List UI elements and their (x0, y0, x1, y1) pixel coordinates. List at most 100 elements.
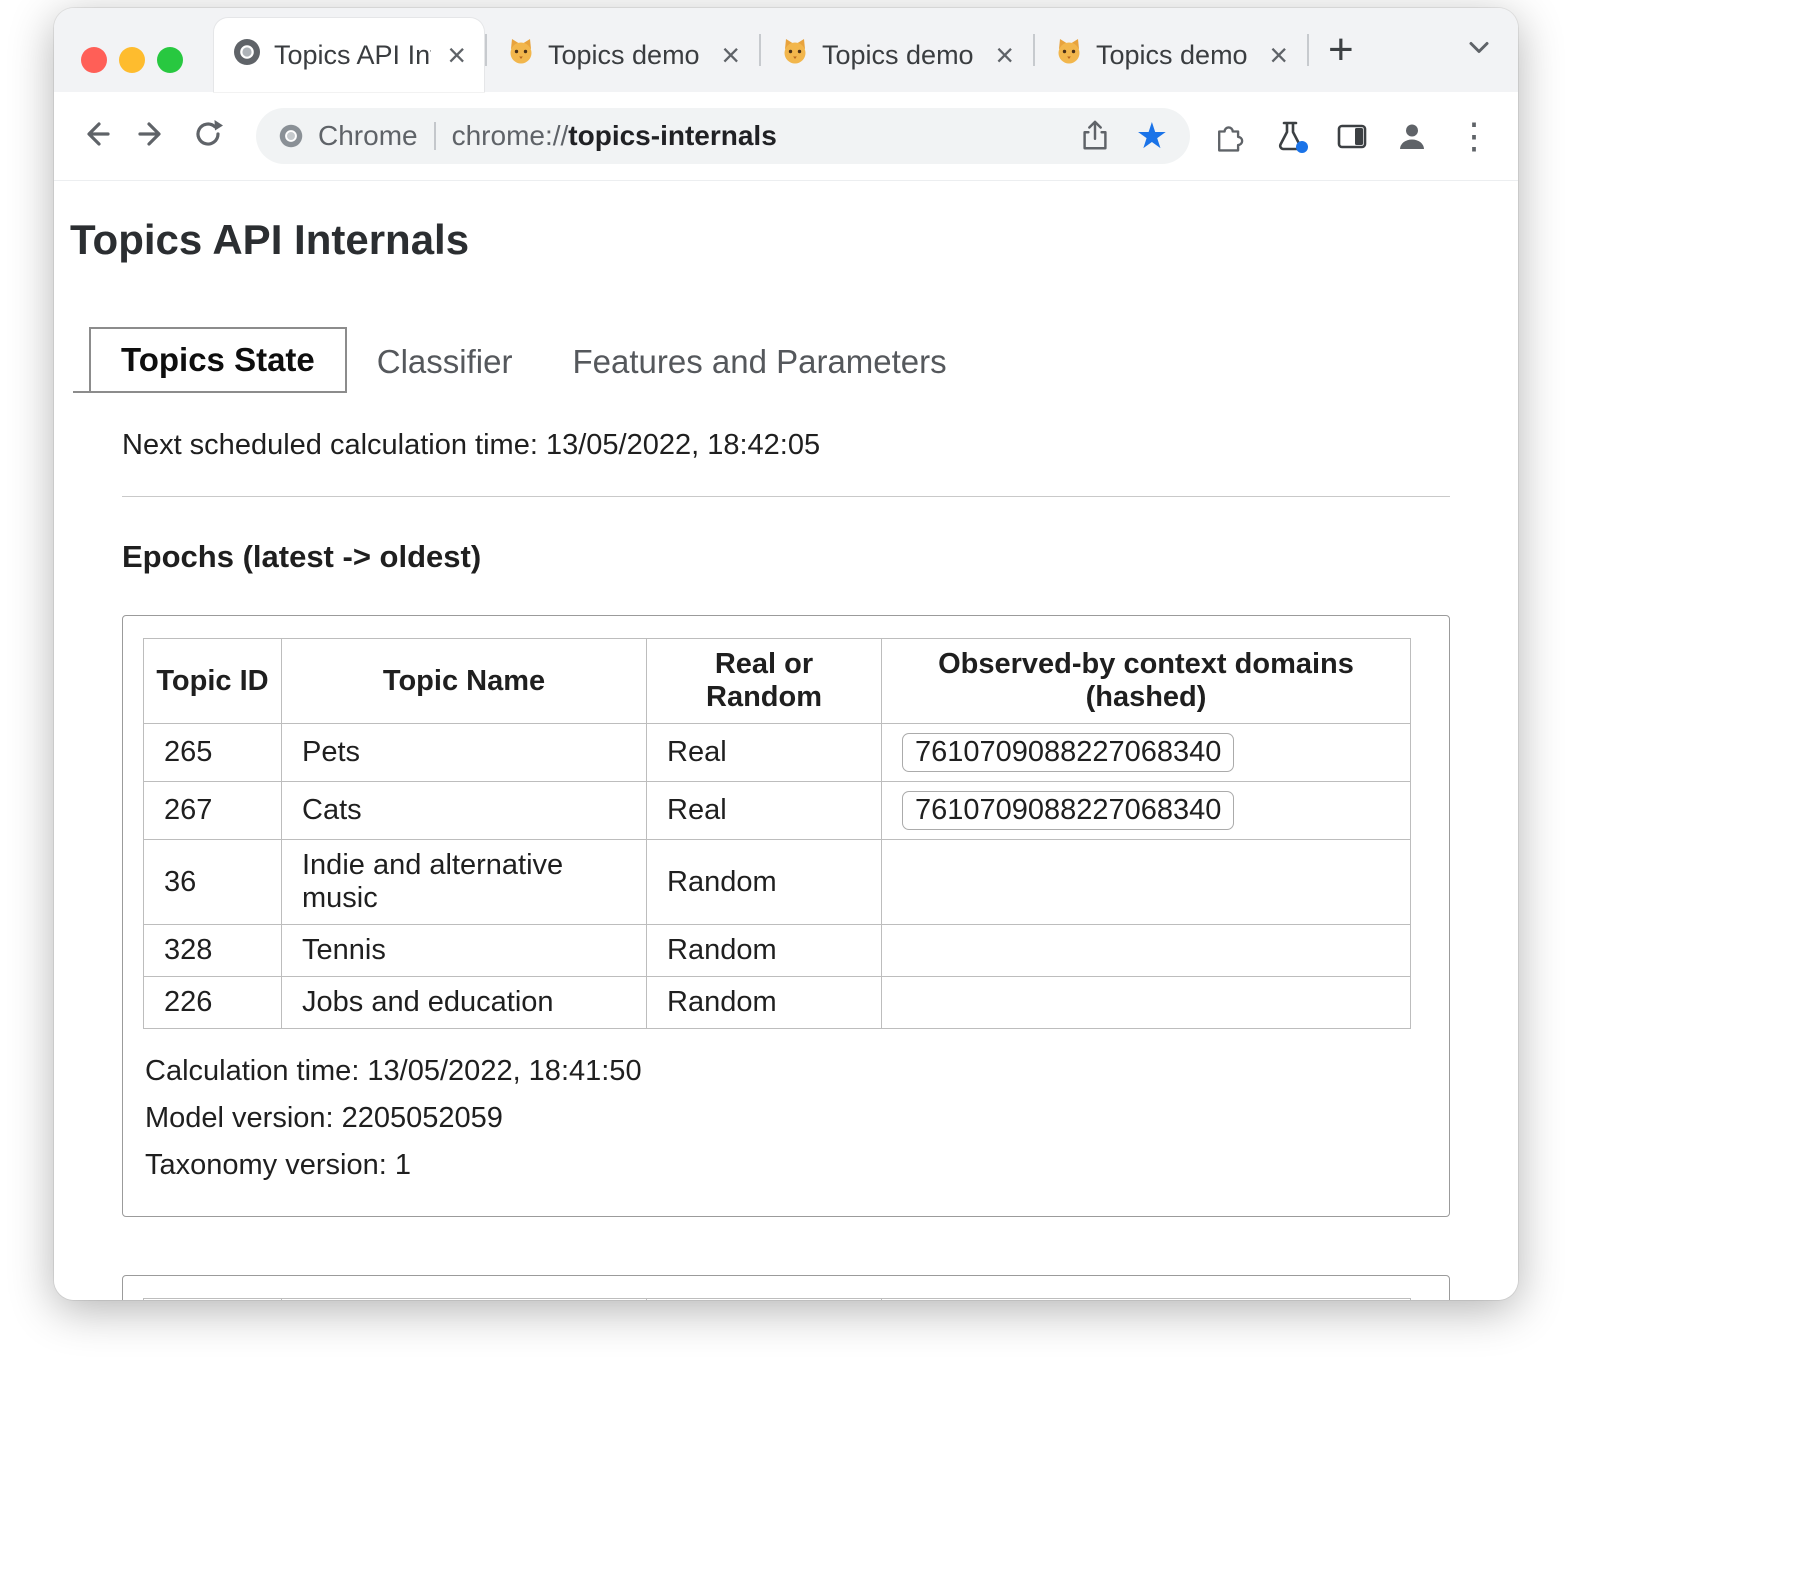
real-or-random: Random (647, 977, 882, 1029)
real-or-random: Random (647, 925, 882, 977)
share-icon (1078, 118, 1112, 154)
hashed-domain-value: 7610709088227068340 (902, 733, 1234, 772)
share-button[interactable] (1078, 118, 1112, 154)
url-scheme: chrome:// (452, 120, 569, 152)
epochs-heading: Epochs (latest -> oldest) (122, 539, 1450, 575)
observed-domains (882, 840, 1411, 925)
browser-tabs: Topics API Intern × Topics demo × (214, 8, 1372, 92)
cat-favicon-icon (1054, 37, 1084, 74)
tab-close-icon[interactable]: × (717, 39, 744, 71)
traffic-light-minimize[interactable] (119, 47, 145, 73)
tab-search-button[interactable] (1464, 33, 1494, 68)
browser-window: Topics API Intern × Topics demo × (54, 8, 1518, 1300)
divider (122, 496, 1450, 497)
address-bar[interactable]: Chrome chrome:// topics-internals ★ (256, 108, 1190, 164)
tab-close-icon[interactable]: × (443, 39, 470, 71)
url-host: topics-internals (568, 120, 776, 152)
forward-button[interactable] (134, 116, 170, 157)
table-row: 36 Indie and alternative music Random (144, 840, 1411, 925)
topic-name: Jobs and education (282, 977, 647, 1029)
topic-name: Indie and alternative music (282, 840, 647, 925)
flask-icon (1272, 118, 1310, 154)
tab-title: Topics demo (548, 40, 705, 71)
browser-tab-topics-demo-3[interactable]: Topics demo × (1036, 18, 1306, 92)
site-label: Chrome (318, 120, 418, 152)
table-row: 265 Pets Real 7610709088227068340 (144, 724, 1411, 782)
real-or-random: Random (647, 840, 882, 925)
tab-classifier[interactable]: Classifier (347, 331, 543, 393)
col-observed-domains: Observed-by context domains (hashed) (882, 1299, 1411, 1300)
topic-name: Tennis (282, 925, 647, 977)
forward-arrow-icon (134, 116, 170, 157)
epoch-box-2: Topic ID Topic Name Real or Random Obser… (122, 1275, 1450, 1300)
topic-id: 226 (144, 977, 282, 1029)
tab-title: Topics demo (822, 40, 979, 71)
tab-close-icon[interactable]: × (991, 39, 1018, 71)
address-separator (434, 122, 436, 150)
new-tab-button[interactable]: + (1310, 28, 1372, 72)
traffic-lights (81, 47, 183, 73)
real-or-random: Real (647, 724, 882, 782)
table-row: 226 Jobs and education Random (144, 977, 1411, 1029)
browser-menu-button[interactable]: ⋮ (1454, 118, 1494, 154)
hashed-domain-value: 7610709088227068340 (902, 791, 1234, 830)
tab-close-icon[interactable]: × (1265, 39, 1292, 71)
chrome-labs-button[interactable] (1272, 118, 1310, 154)
topic-name: Pets (282, 724, 647, 782)
profile-avatar-icon (1394, 118, 1430, 154)
traffic-light-zoom[interactable] (157, 47, 183, 73)
next-calculation-time: Next scheduled calculation time: 13/05/2… (122, 429, 1450, 462)
epoch-table-1: Topic ID Topic Name Real or Random Obser… (143, 638, 1411, 1029)
table-row: 328 Tennis Random (144, 925, 1411, 977)
chrome-logo-icon (232, 37, 262, 74)
page-title: Topics API Internals (70, 215, 1502, 265)
browser-tab-topics-demo-2[interactable]: Topics demo × (762, 18, 1032, 92)
epoch-table-2: Topic ID Topic Name Real or Random Obser… (143, 1298, 1411, 1300)
observed-domains (882, 977, 1411, 1029)
col-topic-name: Topic Name (282, 1299, 647, 1300)
topic-id: 267 (144, 782, 282, 840)
topics-state-panel: Next scheduled calculation time: 13/05/2… (70, 393, 1502, 1300)
topic-name: Cats (282, 782, 647, 840)
back-button[interactable] (78, 116, 114, 157)
col-topic-name: Topic Name (282, 639, 647, 724)
observed-domains: 7610709088227068340 (882, 782, 1411, 840)
traffic-light-close[interactable] (81, 47, 107, 73)
tab-title: Topics demo (1096, 40, 1253, 71)
browser-tab-topics-demo-1[interactable]: Topics demo × (488, 18, 758, 92)
chrome-logo-icon (278, 123, 304, 149)
tab-divider (1307, 34, 1309, 66)
col-observed-domains: Observed-by context domains (hashed) (882, 639, 1411, 724)
tab-topics-state[interactable]: Topics State (89, 327, 347, 393)
col-real-or-random: Real or Random (647, 639, 882, 724)
epoch-box-1: Topic ID Topic Name Real or Random Obser… (122, 615, 1450, 1217)
tab-features-and-parameters[interactable]: Features and Parameters (542, 331, 976, 393)
page-tab-bar: Topics State Classifier Features and Par… (73, 327, 1502, 393)
cat-favicon-icon (780, 37, 810, 74)
browser-tab-topics-internals[interactable]: Topics API Intern × (214, 18, 484, 92)
observed-domains: 7610709088227068340 (882, 724, 1411, 782)
side-panel-button[interactable] (1334, 118, 1370, 154)
bookmark-star-icon[interactable]: ★ (1136, 118, 1168, 154)
cat-favicon-icon (506, 37, 536, 74)
topic-id: 328 (144, 925, 282, 977)
table-row: 267 Cats Real 7610709088227068340 (144, 782, 1411, 840)
table-header-row: Topic ID Topic Name Real or Random Obser… (144, 639, 1411, 724)
model-version: Model version: 2205052059 (145, 1102, 1429, 1135)
tab-bar-lead-line (73, 391, 89, 393)
side-panel-icon (1334, 118, 1370, 154)
browser-toolbar: Chrome chrome:// topics-internals ★ (54, 92, 1518, 181)
observed-domains (882, 925, 1411, 977)
reload-button[interactable] (190, 116, 226, 157)
profile-button[interactable] (1394, 118, 1430, 154)
taxonomy-version: Taxonomy version: 1 (145, 1149, 1429, 1182)
topic-id: 265 (144, 724, 282, 782)
col-real-or-random: Real or Random (647, 1299, 882, 1300)
tab-divider (759, 34, 761, 66)
puzzle-icon (1212, 118, 1248, 154)
table-header-row: Topic ID Topic Name Real or Random Obser… (144, 1299, 1411, 1300)
back-arrow-icon (78, 116, 114, 157)
tab-title: Topics API Intern (274, 40, 431, 71)
col-topic-id: Topic ID (144, 1299, 282, 1300)
extensions-button[interactable] (1212, 118, 1248, 154)
